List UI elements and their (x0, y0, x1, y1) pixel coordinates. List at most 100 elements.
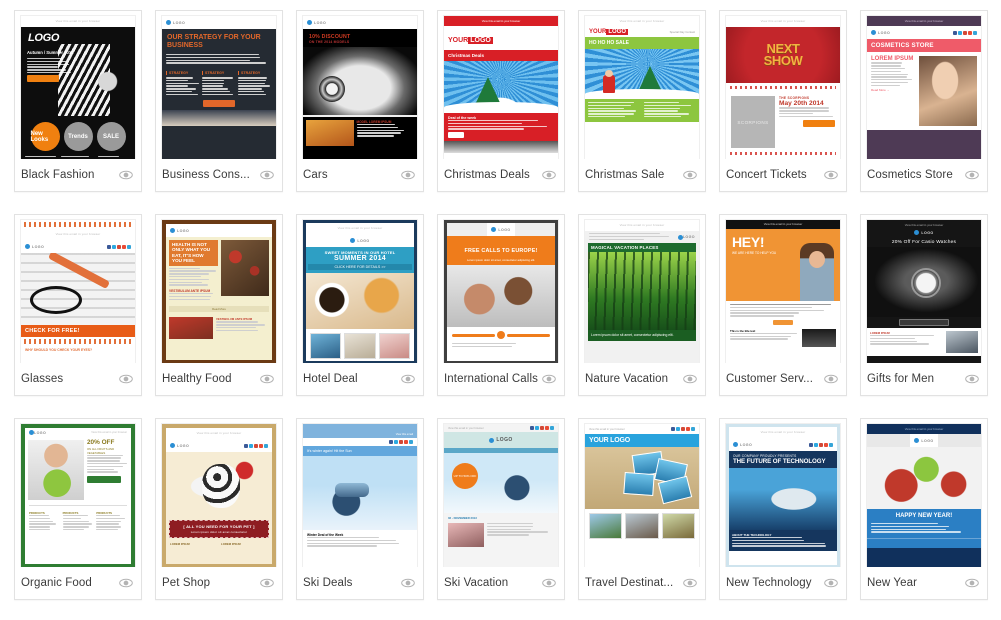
eye-icon[interactable] (683, 372, 697, 386)
eye-icon[interactable] (965, 372, 979, 386)
template-thumbnail[interactable]: View this email in your browser LOGO Autum… (15, 11, 141, 159)
eye-icon[interactable] (260, 372, 274, 386)
thumb-carousel[interactable] (447, 327, 555, 343)
template-meta: New Year (861, 567, 987, 599)
eye-icon[interactable] (542, 372, 556, 386)
text-line (169, 268, 200, 269)
template-card[interactable]: View this email in your browser LOGO Autum… (14, 10, 142, 192)
eye-icon[interactable] (542, 576, 556, 590)
eye-icon[interactable] (401, 372, 415, 386)
thumb-cta (87, 476, 121, 483)
text-line (87, 466, 123, 467)
text-line (96, 529, 117, 530)
text-line (61, 156, 88, 157)
template-thumbnail[interactable]: View this email in your browser LOGO MAGIC… (579, 215, 705, 363)
thumb-hero-image: Autumn / Summer 2014 (21, 44, 135, 116)
template-card[interactable]: View this email in your browser YOUR LOGO S… (578, 10, 706, 192)
template-thumbnail[interactable]: LOGO OUR STRATEGY FOR YOUR BUSINESS STRATE… (156, 11, 282, 159)
thumb-preheader: View this email in your browser (726, 16, 840, 27)
eye-icon[interactable] (260, 576, 274, 590)
template-card[interactable]: View this email It's winter again! Hit th… (296, 418, 424, 600)
thumb-hero-image (447, 265, 555, 327)
eye-icon[interactable] (965, 576, 979, 590)
template-card[interactable]: View this email in your browser LOGO COSME… (860, 10, 988, 192)
eye-icon[interactable] (683, 168, 697, 182)
template-card[interactable]: View this email in your browser LOGO 20% O… (860, 214, 988, 396)
template-card[interactable]: View this email in your browser HEY! WE AR… (719, 214, 847, 396)
template-thumbnail[interactable]: View this email in your browser LOGO UP TO… (438, 419, 564, 567)
template-thumbnail[interactable]: View this email in your browser LOGO [ ALL… (156, 419, 282, 567)
eye-icon[interactable] (401, 576, 415, 590)
text-line (452, 343, 516, 344)
template-card[interactable]: View this email in your browser LOGO HAPPY… (860, 418, 988, 600)
template-card[interactable]: View this email in your browser LOGO UP TO… (437, 418, 565, 600)
template-thumbnail[interactable]: View this email in your browser NEXT SHOW S… (720, 11, 846, 159)
thumb-art: LOGO FREE CALLS TO EUROPE! Lorem ipsum dol… (444, 220, 558, 363)
thumb-art: View this email in your browser LOGO[ ALL… (162, 424, 276, 567)
template-thumbnail[interactable]: View this email in your browser YOUR LOGO (579, 419, 705, 567)
thumb-heading: HAPPY NEW YEAR! (867, 509, 981, 523)
template-card[interactable]: LOGO 10% DISCOUNT ON THE 2014 MODELS MODEL … (296, 10, 424, 192)
thumb-art: View this email It's winter again! Hit th… (303, 424, 417, 567)
template-thumbnail[interactable]: View this email in your browser LOGO CHECK… (15, 215, 141, 363)
template-card[interactable]: View this email in your browser LOGO [ ALL… (155, 418, 283, 600)
template-card[interactable]: LOGO FREE CALLS TO EUROPE! Lorem ipsum dol… (437, 214, 565, 396)
thumb-logo-row: LOGO (346, 234, 373, 247)
thumb-hero-image (166, 452, 272, 518)
eye-icon[interactable] (965, 168, 979, 182)
thumb-logo: YOUR (589, 29, 606, 35)
template-thumbnail[interactable]: View this email in your browser YOUR LOGO S… (579, 11, 705, 159)
template-thumbnail[interactable]: LOGO 10% DISCOUNT ON THE 2014 MODELS MODEL … (297, 11, 423, 159)
eye-icon[interactable] (260, 168, 274, 182)
template-card[interactable]: View this email in your browser LOGO SWEET… (296, 214, 424, 396)
eye-icon[interactable] (542, 168, 556, 182)
text-line (357, 132, 401, 133)
text-line (27, 66, 58, 67)
text-line (238, 77, 267, 78)
template-card[interactable]: View this email in your browser LOGO MAGIC… (578, 214, 706, 396)
text-line (169, 279, 209, 280)
eye-icon[interactable] (119, 576, 133, 590)
eye-icon[interactable] (683, 576, 697, 590)
eye-icon[interactable] (401, 168, 415, 182)
text-line (169, 273, 209, 274)
template-card[interactable]: View this email in your browser YOUR LOGO C… (437, 10, 565, 192)
template-card[interactable]: LOGO HEALTH IS NOT ONLY WHAT YOU EAT, IT'… (155, 214, 283, 396)
template-thumbnail[interactable]: View this email in your browser LOGO OUR C… (720, 419, 846, 567)
text-line (487, 534, 529, 535)
eye-icon[interactable] (824, 372, 838, 386)
template-thumbnail[interactable]: View this email in your browser YOUR LOGO C… (438, 11, 564, 159)
template-card[interactable]: View this email in your browser LOGO OUR C… (719, 418, 847, 600)
template-card[interactable]: View this email in your browser NEXT SHOW S… (719, 10, 847, 192)
text-line (87, 463, 127, 464)
text-line (87, 471, 118, 472)
template-card[interactable]: View this email in your browser LOGO CHECK… (14, 214, 142, 396)
template-thumbnail[interactable]: View this email in your browser HEY! WE AR… (720, 215, 846, 363)
eye-icon[interactable] (119, 168, 133, 182)
template-thumbnail[interactable]: View this email in your browser LOGO SWEET… (297, 215, 423, 363)
eye-icon[interactable] (824, 168, 838, 182)
text-line (98, 156, 119, 157)
template-thumbnail[interactable]: View this email in your browser LOGO 20% O… (861, 215, 987, 363)
eye-icon[interactable] (119, 372, 133, 386)
template-card[interactable]: LOGO View this email in your browser 20% O… (14, 418, 142, 600)
template-card[interactable]: View this email in your browser YOUR LOGO… (578, 418, 706, 600)
template-thumbnail[interactable]: View this email It's winter again! Hit th… (297, 419, 423, 567)
template-title: Black Fashion (21, 169, 115, 181)
template-thumbnail[interactable]: View this email in your browser LOGO COSME… (861, 11, 987, 159)
template-thumbnail[interactable]: LOGO HEALTH IS NOT ONLY WHAT YOU EAT, IT'… (156, 215, 282, 363)
thumb-logo: LOGO (21, 27, 135, 44)
template-thumbnail[interactable]: View this email in your browser LOGO HAPPY… (861, 419, 987, 567)
template-meta: Customer Serv... (720, 363, 846, 395)
template-title: Christmas Deals (444, 169, 538, 181)
template-thumbnail[interactable]: LOGO View this email in your browser 20% O… (15, 419, 141, 567)
template-thumbnail[interactable]: LOGO FREE CALLS TO EUROPE! Lorem ipsum dol… (438, 215, 564, 363)
thumb-art: View this email in your browser NEXT SHOW S… (726, 16, 840, 159)
text-line (63, 526, 89, 527)
thumb-preheader: View this email in your browser (91, 431, 127, 434)
text-line (307, 543, 399, 544)
template-card[interactable]: LOGO OUR STRATEGY FOR YOUR BUSINESS STRATE… (155, 10, 283, 192)
eye-icon[interactable] (824, 576, 838, 590)
text-line (169, 296, 211, 297)
text-line (202, 83, 224, 84)
